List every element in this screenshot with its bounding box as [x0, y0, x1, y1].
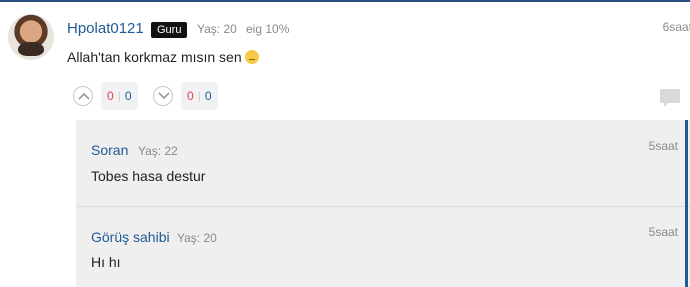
user-age: Yaş: 20 [197, 22, 237, 36]
reply-text: Tobes hasa destur [91, 168, 206, 184]
user-eig: eig 10% [246, 22, 290, 36]
chevron-up-icon [78, 92, 90, 100]
downvote-counts: 0 | 0 [181, 82, 218, 110]
speech-bubble-icon[interactable] [660, 89, 680, 107]
chevron-down-icon [158, 92, 170, 100]
replies-panel: Soran Yaş: 22 5saat Tobes hasa destur Gö… [76, 120, 690, 287]
comment-username[interactable]: Hpolat0121 [67, 20, 144, 37]
reply-username[interactable]: Soran [91, 142, 128, 158]
avatar[interactable] [8, 14, 54, 60]
downvote-button[interactable] [153, 86, 173, 106]
comment-text-content: Allah'tan korkmaz mısın sen [67, 49, 242, 65]
reply-user-age: Yaş: 22 [138, 144, 178, 158]
reply-item: Soran Yaş: 22 5saat Tobes hasa destur [76, 120, 690, 206]
reply-time: 5saat [648, 139, 678, 153]
comment-text: Allah'tan korkmaz mısın sen [67, 49, 259, 65]
unamused-face-icon [244, 50, 259, 64]
reply-time: 5saat [648, 225, 678, 239]
user-rank-badge: Guru [151, 22, 188, 38]
upvote-negative-count: 0 [124, 89, 132, 103]
top-border [0, 0, 690, 2]
reply-user-age: Yaş: 20 [177, 231, 217, 245]
upvote-positive-count: 0 [107, 89, 114, 103]
count-separator: | [197, 89, 201, 103]
comment-time: 6saat [662, 20, 690, 34]
upvote-counts: 0 | 0 [101, 82, 138, 110]
count-separator: | [117, 89, 121, 103]
reply-text: Hı hı [91, 254, 121, 270]
reply-item: Görüş sahibi Yaş: 20 5saat Hı hı [76, 207, 690, 287]
reply-username[interactable]: Görüş sahibi [91, 229, 170, 245]
downvote-positive-count: 0 [187, 89, 194, 103]
upvote-button[interactable] [73, 86, 93, 106]
downvote-negative-count: 0 [204, 89, 212, 103]
scrollbar[interactable] [685, 120, 688, 287]
